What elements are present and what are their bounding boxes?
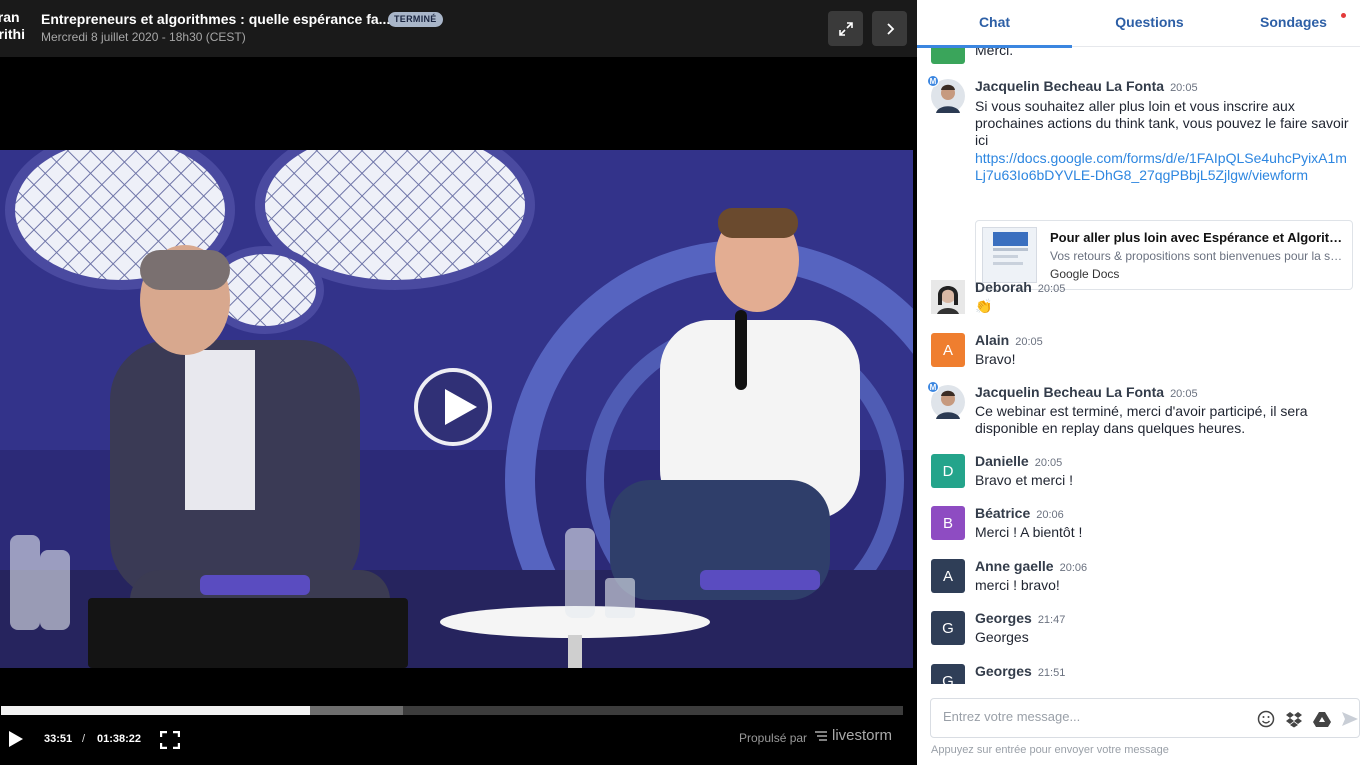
chevron-right-icon	[886, 22, 894, 35]
message-text: Si vous souhaitez aller plus loin et vou…	[975, 98, 1349, 148]
event-logo: éran orithi	[0, 9, 34, 49]
message-time: 20:06	[1059, 562, 1088, 574]
author-name: Georges	[975, 610, 1032, 626]
avatar: B	[931, 506, 965, 540]
message-author: Danielle 20:05	[975, 453, 1062, 469]
time-separator: /	[82, 733, 86, 745]
play-overlay-button[interactable]	[414, 368, 492, 446]
avatar: G	[931, 664, 965, 684]
user-photo-icon	[931, 280, 965, 314]
message-link[interactable]: https://docs.google.com/forms/d/e/1FAIpQ…	[975, 150, 1353, 184]
message-text: Merci.	[975, 48, 1014, 58]
total-time: 01:38:22	[97, 733, 142, 745]
avatar: A	[931, 559, 965, 593]
message-author: Georges 21:47	[975, 610, 1065, 626]
author-name: Georges	[975, 663, 1032, 679]
logo-line-2: orithi	[0, 26, 25, 42]
message-text: Merci ! A bientôt !	[975, 524, 1083, 540]
avatar: A	[931, 333, 965, 367]
message-time: 20:05	[1034, 457, 1063, 469]
dropbox-icon[interactable]	[1285, 710, 1303, 728]
author-name: Jacquelin Becheau La Fonta	[975, 78, 1165, 94]
video-player: éran orithi Entrepreneurs et algorithmes…	[0, 0, 917, 765]
progress-bar[interactable]	[1, 706, 903, 715]
livestorm-logo: livestorm	[814, 727, 892, 744]
message-time: 20:05	[1015, 336, 1043, 348]
author-name: Danielle	[975, 453, 1029, 469]
message-text: Georges	[975, 629, 1029, 645]
form-thumbnail-icon	[993, 232, 1028, 265]
message-input[interactable]	[943, 709, 1243, 724]
message-author: Deborah 20:05	[975, 279, 1065, 295]
message-author: Anne gaelle 20:06	[975, 558, 1087, 574]
notification-dot	[1341, 13, 1346, 18]
message-author: Georges 21:51	[975, 663, 1065, 679]
message-time: 21:47	[1037, 614, 1066, 626]
tab-questions[interactable]: Questions	[1072, 0, 1227, 47]
play-icon[interactable]	[9, 731, 23, 747]
expand-button[interactable]	[828, 11, 863, 46]
composer-hint: Appuyez sur entrée pour envoyer votre me…	[931, 744, 1169, 756]
message-text: Bravo!	[975, 351, 1016, 367]
preview-thumbnail	[982, 227, 1037, 283]
message-composer	[930, 698, 1360, 738]
author-name: Deborah	[975, 279, 1032, 295]
preview-title: Pour aller plus loin avec Espérance et A…	[1050, 230, 1346, 245]
message-author: Jacquelin Becheau La Fonta 20:05	[975, 78, 1198, 94]
event-date: Mercredi 8 juillet 2020 - 18h30 (CEST)	[41, 30, 246, 44]
message-author: Jacquelin Becheau La Fonta 20:05	[975, 384, 1198, 400]
message-text: 👏	[975, 298, 993, 314]
powered-by-label: Propulsé par	[739, 731, 808, 745]
moderator-badge: M	[927, 381, 939, 393]
send-icon[interactable]	[1341, 710, 1359, 728]
chat-panel: Chat Questions Sondages Merci. M Jacquel…	[917, 0, 1360, 765]
logo-line-1: éran	[0, 9, 20, 25]
player-header: éran orithi Entrepreneurs et algorithmes…	[0, 0, 917, 57]
tab-sondages[interactable]: Sondages	[1227, 0, 1360, 47]
author-name: Jacquelin Becheau La Fonta	[975, 384, 1165, 400]
author-name: Anne gaelle	[975, 558, 1054, 574]
message-author: Alain 20:05	[975, 332, 1043, 348]
avatar: D	[931, 454, 965, 488]
message-time: 20:05	[1037, 283, 1066, 295]
message-text: Ce webinar est terminé, merci d'avoir pa…	[975, 403, 1308, 436]
message-list[interactable]: Merci. M Jacquelin Becheau La Fonta 20:05…	[917, 48, 1360, 684]
status-badge: TERMINÉ	[388, 12, 443, 27]
livestorm-icon	[815, 730, 827, 741]
expand-icon	[838, 21, 853, 36]
emoji-icon[interactable]	[1257, 710, 1275, 728]
avatar	[931, 280, 965, 314]
avatar: G	[931, 611, 965, 645]
fullscreen-icon[interactable]	[160, 731, 180, 749]
chat-tabs: Chat Questions Sondages	[917, 0, 1360, 48]
message-time: 20:06	[1036, 509, 1064, 521]
progress-played	[1, 706, 311, 715]
author-name: Béatrice	[975, 505, 1031, 521]
author-name: Alain	[975, 332, 1010, 348]
current-time: 33:51	[44, 733, 73, 745]
tab-chat[interactable]: Chat	[917, 0, 1072, 48]
message-text: Bravo et merci !	[975, 472, 1074, 488]
event-title: Entrepreneurs et algorithmes : quelle es…	[41, 11, 391, 27]
moderator-badge: M	[927, 75, 939, 87]
brand-name: livestorm	[832, 727, 893, 744]
preview-description: Vos retours & propositions sont bienvenu…	[1050, 249, 1346, 263]
google-drive-icon[interactable]	[1313, 710, 1331, 728]
message-time: 20:05	[1170, 388, 1198, 400]
avatar	[931, 48, 965, 64]
next-button[interactable]	[872, 11, 907, 46]
message-time: 20:05	[1170, 82, 1198, 94]
message-time: 21:51	[1037, 667, 1066, 679]
message-author: Béatrice 20:06	[975, 505, 1064, 521]
message-text: merci ! bravo!	[975, 577, 1060, 593]
